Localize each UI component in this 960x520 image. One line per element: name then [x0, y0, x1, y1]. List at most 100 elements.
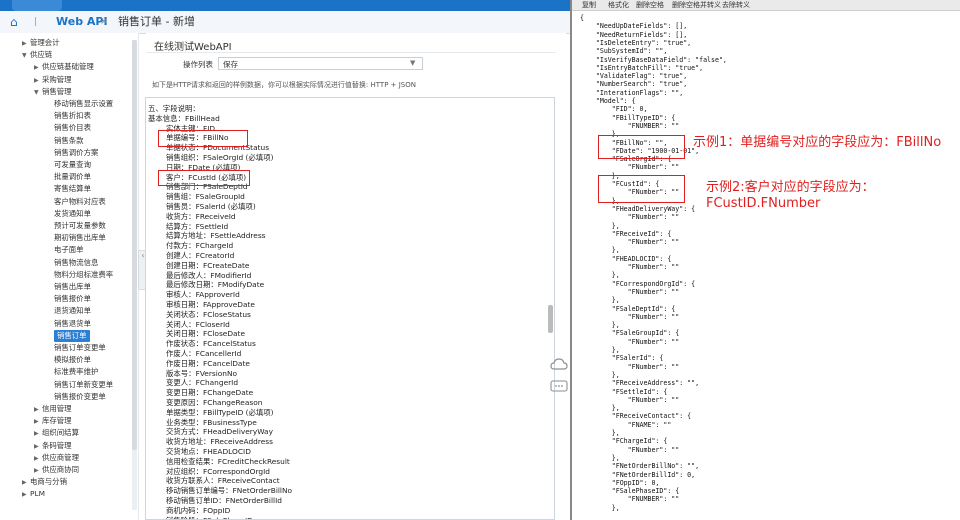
sidebar-item[interactable]: 销售订单新变更单: [54, 379, 113, 391]
chevron-right-icon[interactable]: ▶: [34, 75, 42, 87]
json-line: "FReceiveContact": {: [580, 412, 692, 421]
sidebar-scrollbar[interactable]: [132, 40, 137, 450]
sidebar-item-label: 销售物流信息: [54, 257, 99, 267]
chevron-right-icon[interactable]: ▶: [22, 489, 30, 501]
sidebar-item-label: 销售退货单: [54, 318, 91, 328]
field-box-scrollbar[interactable]: [548, 305, 553, 333]
chevron-right-icon[interactable]: ▶: [34, 453, 42, 465]
sidebar-item[interactable]: 销售出库单: [54, 281, 91, 293]
sidebar-item[interactable]: 预计可发量参数: [54, 220, 106, 232]
json-line: {: [580, 14, 584, 22]
sidebar-item[interactable]: 销售订单: [54, 329, 90, 342]
chevron-right-icon[interactable]: ▶: [34, 404, 42, 416]
sidebar-item[interactable]: 销售报价变更单: [54, 391, 106, 403]
sidebar-item[interactable]: ▶ 供应链基础管理: [34, 61, 94, 73]
field-line: 创建日期：FCreateDate: [166, 260, 250, 270]
sidebar-item-label: 标准费率维护: [54, 367, 99, 377]
sidebar-item[interactable]: 退货通知单: [54, 305, 91, 317]
sidebar-item[interactable]: 移动销售显示设置: [54, 98, 113, 110]
json-toolbar-button[interactable]: 复制: [582, 0, 596, 10]
chevron-down-icon[interactable]: ▼: [22, 50, 30, 62]
sidebar-item[interactable]: ▶ 供应商管理: [34, 452, 79, 464]
sidebar-item[interactable]: ▶ 组织间结算: [34, 427, 79, 439]
cloud-icon[interactable]: [550, 356, 568, 374]
sidebar-item-label: 销售调价方案: [54, 147, 99, 157]
sidebar-item[interactable]: 销售订单变更单: [54, 342, 106, 354]
sidebar-item[interactable]: 可发量查询: [54, 159, 91, 171]
sidebar-item[interactable]: 期初销售出库单: [54, 232, 106, 244]
sidebar-item[interactable]: ▶ PLM: [22, 488, 45, 500]
sidebar-item[interactable]: 销售报价单: [54, 293, 91, 305]
sidebar-item[interactable]: 发货通知单: [54, 208, 91, 220]
sidebar-item[interactable]: 电子面单: [54, 244, 84, 256]
json-line: "NumberSearch": "true",: [580, 80, 688, 89]
tab-close-icon[interactable]: ×: [100, 11, 108, 33]
sidebar-item-label: 可发量查询: [54, 160, 91, 169]
sidebar-nav: ▶ 管理会计 ▼ 供应链 ▶ 供应链基础管理 ▶ 采购管理 ▼ 销售管理 移动销售显示设置 销售折扣表…: [0, 33, 139, 520]
json-line: "FNAME": "": [580, 420, 672, 429]
field-line: 审核人：FApproverId: [166, 290, 240, 300]
field-line: 销售阶段：FSalePhaseID: [166, 516, 253, 519]
sidebar-item[interactable]: ▶ 采购管理: [34, 74, 72, 86]
sidebar-item[interactable]: ▶ 库存管理: [34, 415, 72, 427]
json-toolbar-button[interactable]: 删除空格: [636, 0, 664, 10]
chevron-right-icon[interactable]: ▶: [22, 477, 30, 489]
field-line: 商机内码：FOppID: [166, 505, 231, 515]
sidebar-item[interactable]: 模拟报价单: [54, 354, 91, 366]
chevron-right-icon[interactable]: ▶: [22, 38, 30, 50]
field-line: 关闭人：FCloserId: [166, 319, 230, 329]
field-line: 付款方：FChargeId: [166, 241, 234, 251]
tab-sales-order-new[interactable]: 销售订单 - 新增: [118, 11, 195, 33]
sidebar-item[interactable]: 销售调价方案: [54, 147, 98, 159]
sidebar-item[interactable]: 物料分组标准费率: [54, 269, 113, 281]
dropdown-caret-icon[interactable]: ▼: [410, 57, 415, 70]
json-line: "NeedReturnFields": [],: [580, 30, 688, 39]
sidebar-item-label: 库存管理: [42, 416, 72, 426]
sidebar-item[interactable]: 销售条款: [54, 135, 84, 147]
sidebar-item-label: 批量调价单: [54, 172, 91, 182]
field-line: 销售组织：FSaleOrgId (必填项): [166, 153, 274, 162]
chevron-down-icon[interactable]: ▼: [34, 87, 42, 99]
sidebar-item[interactable]: 销售折扣表: [54, 110, 91, 122]
sidebar-item[interactable]: 标准费率维护: [54, 366, 98, 378]
chevron-right-icon[interactable]: ▶: [34, 416, 42, 428]
sidebar-item-label: 组织间结算: [42, 428, 79, 438]
field-description-box[interactable]: 五、字段说明： 基本信息：FBillHead 实体主键：FID 单据编号：FBillN…: [145, 97, 555, 520]
chevron-right-icon[interactable]: ▶: [34, 441, 42, 453]
field-line: 信用检查结果：FCreditCheckResult: [166, 456, 290, 466]
json-toolbar-button[interactable]: 删除空格并转义: [672, 0, 721, 10]
field-line: 关闭日期：FCloseDate: [166, 329, 246, 339]
chevron-right-icon[interactable]: ▶: [34, 428, 42, 440]
sidebar-item-label: 销售折扣表: [54, 111, 91, 121]
field-line: 关闭状态：FCloseStatus: [166, 309, 251, 319]
sidebar-item[interactable]: ▶ 条码管理: [34, 440, 72, 452]
sidebar-item[interactable]: ▶ 电商与分销: [22, 476, 67, 488]
sidebar-item[interactable]: ▶ 管理会计: [22, 37, 60, 49]
field-line: 业务类型：FBusinessType: [166, 417, 257, 427]
sidebar-item[interactable]: ▶ 供应商协同: [34, 464, 79, 476]
sidebar-item[interactable]: 寄售结算单: [54, 183, 91, 195]
home-icon[interactable]: ⌂: [10, 11, 18, 33]
json-viewer-panel: { "NeedUpDateFields": [], "NeedReturnFie…: [572, 0, 960, 520]
sidebar-item[interactable]: 销售退货单: [54, 318, 91, 330]
operation-select[interactable]: 保存: [218, 57, 423, 70]
json-toolbar-button[interactable]: 格式化: [608, 0, 629, 10]
sidebar-item[interactable]: ▼ 供应链: [22, 49, 52, 61]
sidebar-item[interactable]: ▶ 信用管理: [34, 403, 72, 415]
sidebar-item[interactable]: ▼ 销售管理: [34, 86, 72, 98]
sidebar-item[interactable]: 批量调价单: [54, 171, 91, 183]
chevron-right-icon[interactable]: ▶: [34, 465, 42, 477]
json-toolbar-button[interactable]: 去除转义: [722, 0, 750, 10]
annotation-example-2: 示例2:客户对应的字段应为：: [706, 180, 875, 195]
json-line: "FBillTypeID": {: [580, 113, 676, 122]
sidebar-item[interactable]: 销售价目表: [54, 122, 91, 134]
sidebar-item[interactable]: 客户物料对应表: [54, 196, 106, 208]
sidebar-item-label: 移动销售显示设置: [54, 99, 114, 108]
divider: [146, 52, 556, 53]
sidebar-item[interactable]: 销售物流信息: [54, 257, 98, 269]
chat-icon[interactable]: [550, 380, 568, 394]
chevron-right-icon[interactable]: ▶: [34, 62, 42, 74]
json-line: "FReceiveId": {: [580, 229, 672, 238]
json-line: "FHeadDeliveryWay": {: [580, 204, 696, 213]
sidebar-item-label: 寄售结算单: [54, 184, 91, 194]
